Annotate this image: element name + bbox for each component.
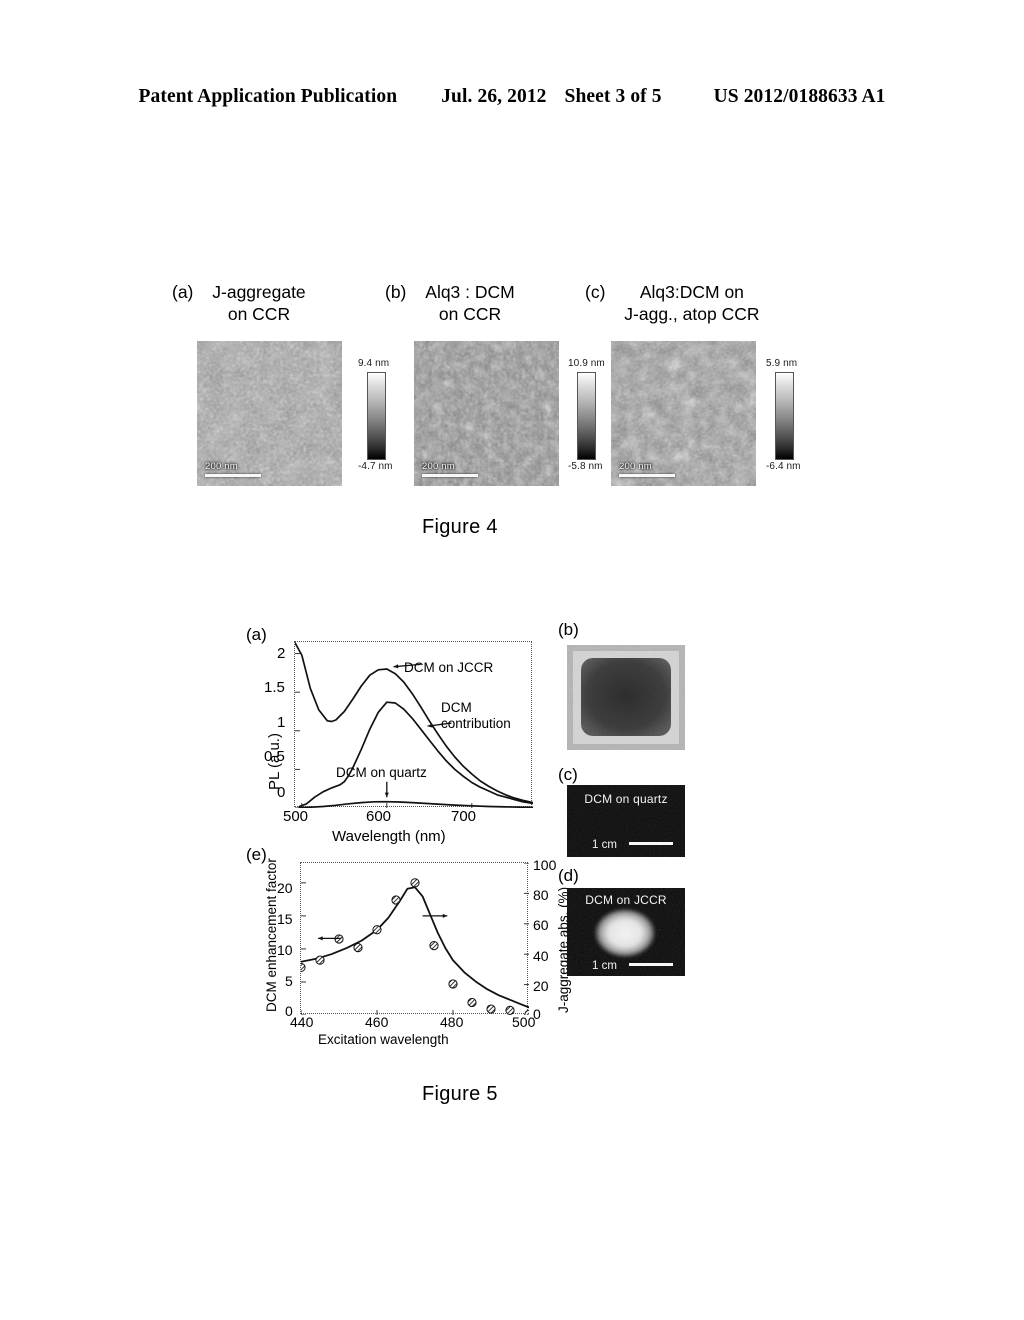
chart-a-annotation-quartz: DCM on quartz: [336, 765, 427, 780]
afm-image-a: 200 nm: [197, 341, 342, 486]
chart-a-ytick-05: 0.5: [264, 748, 285, 765]
afm-c-scale-min: -6.4 nm: [766, 461, 801, 472]
figure-5: (a) PL (a.u.) Wavelength (nm) 2 1.5 1 0.…: [0, 0, 1024, 1320]
chart-e-xtick-460: 460: [365, 1014, 389, 1030]
chart-e-ytick-10: 10: [277, 942, 293, 958]
figure4-panel-b-heading: (b) Alq3 : DCM on CCR: [385, 281, 515, 326]
afm-b-scalebar: [422, 474, 478, 477]
panel-c-title-line1: Alq3:DCM on: [639, 282, 744, 302]
chart-a-annotation-jccr: DCM on JCCR: [404, 660, 494, 675]
chart-panel-e-canvas: [296, 862, 534, 1019]
header-date: Jul. 26, 2012: [441, 86, 547, 107]
chart-a-ytick-15: 1.5: [264, 679, 285, 696]
chart-a-ytick-1: 1: [277, 714, 286, 731]
chart-a-ytick-0: 0: [277, 784, 286, 801]
afm-a-colorbar: [367, 372, 386, 460]
page-header: Patent Application Publication Jul. 26, …: [0, 86, 1024, 108]
figure4-panel-c-heading: (c) Alq3:DCM on J-agg., atop CCR: [585, 281, 759, 326]
figure5-panel-d-tag: (d): [558, 866, 579, 885]
chart-e-xlabel: Excitation wavelength: [318, 1032, 449, 1047]
figure5-caption: Figure 5: [422, 1083, 498, 1105]
chart-e-y2tick-100: 100: [533, 857, 557, 873]
afm-a-scale-min: -4.7 nm: [358, 461, 393, 472]
panel-a-title-line1: J-aggregate: [212, 282, 306, 302]
chart-e-ytick-5: 5: [285, 973, 293, 989]
afm-c-scalebar: [619, 474, 675, 477]
photo-d-label: DCM on JCCR: [585, 893, 667, 907]
chart-e-y2tick-20: 20: [533, 978, 549, 994]
chart-e-ytick-15: 15: [277, 911, 293, 927]
panel-tag-c: (c): [585, 282, 606, 302]
header-publication: Patent Application Publication: [138, 86, 398, 107]
figure5-panel-c-tag: (c): [558, 765, 578, 784]
chart-a-annotation-dcm-contribution: DCM contribution: [441, 700, 511, 732]
chart-a-xtick-500: 500: [283, 808, 309, 825]
chart-e-xtick-440: 440: [290, 1014, 314, 1030]
chart-e-ytick-20: 20: [277, 880, 293, 896]
afm-c-colorbar: [775, 372, 794, 460]
afm-b-colorbar: [577, 372, 596, 460]
panel-a-title-line2: on CCR: [227, 304, 291, 325]
chart-e-y2tick-60: 60: [533, 917, 549, 933]
chart-a-xtick-700: 700: [451, 808, 477, 825]
afm-c-colorbar-group: 5.9 nm -6.4 nm: [766, 356, 828, 476]
figure4-panel-a-heading: (a) J-aggregate on CCR: [172, 281, 306, 326]
afm-a-colorbar-group: 9.4 nm -4.7 nm: [358, 356, 420, 476]
afm-a-scale-max: 9.4 nm: [358, 358, 390, 369]
afm-image-b: 200 nm: [414, 341, 559, 486]
afm-b-scalebar-label: 200 nm: [422, 461, 455, 472]
chart-a-ytick-2: 2: [277, 645, 286, 662]
panel-tag-a: (a): [172, 282, 194, 302]
chart-panel-e: [296, 862, 534, 1019]
photo-panel-c: DCM on quartz 1 cm: [567, 785, 685, 857]
chart-e-xtick-500: 500: [512, 1014, 536, 1030]
photo-c-label: DCM on quartz: [584, 792, 668, 806]
photo-c-scale-label: 1 cm: [592, 839, 617, 851]
photo-d-scale-bar: [629, 963, 673, 966]
panel-c-title-line2: J-agg., atop CCR: [624, 304, 760, 325]
afm-a-scalebar: [205, 474, 261, 477]
afm-c-scalebar-label: 200 nm: [619, 461, 652, 472]
photo-b-content: [567, 645, 685, 750]
chart-a-annotation-dcm-line2: contribution: [441, 716, 511, 732]
photo-panel-d: DCM on JCCR 1 cm: [567, 888, 685, 976]
chart-a-xtick-600: 600: [366, 808, 392, 825]
afm-c-scale-max: 5.9 nm: [766, 358, 798, 369]
figure5-panel-a-tag: (a): [246, 625, 267, 644]
chart-a-annotation-dcm-line1: DCM: [441, 700, 472, 715]
photo-c-scale-bar: [629, 842, 673, 845]
chart-a-xlabel: Wavelength (nm): [332, 828, 446, 845]
chart-e-y2tick-80: 80: [533, 887, 549, 903]
header-patent-number: US 2012/0188633 A1: [713, 86, 886, 107]
photo-panel-b: [567, 645, 685, 750]
afm-a-scalebar-label: 200 nm: [205, 461, 238, 472]
panel-tag-b: (b): [385, 282, 407, 302]
afm-image-c: 200 nm: [611, 341, 756, 486]
chart-e-y2tick-40: 40: [533, 948, 549, 964]
panel-b-title-line1: Alq3 : DCM: [425, 282, 515, 302]
figure4-caption: Figure 4: [422, 516, 498, 538]
chart-e-xtick-480: 480: [440, 1014, 464, 1030]
photo-d-scale-label: 1 cm: [592, 960, 617, 972]
panel-b-title-line2: on CCR: [438, 304, 502, 325]
figure5-panel-b-tag: (b): [558, 620, 579, 639]
header-sheet: Sheet 3 of 5: [564, 86, 662, 107]
